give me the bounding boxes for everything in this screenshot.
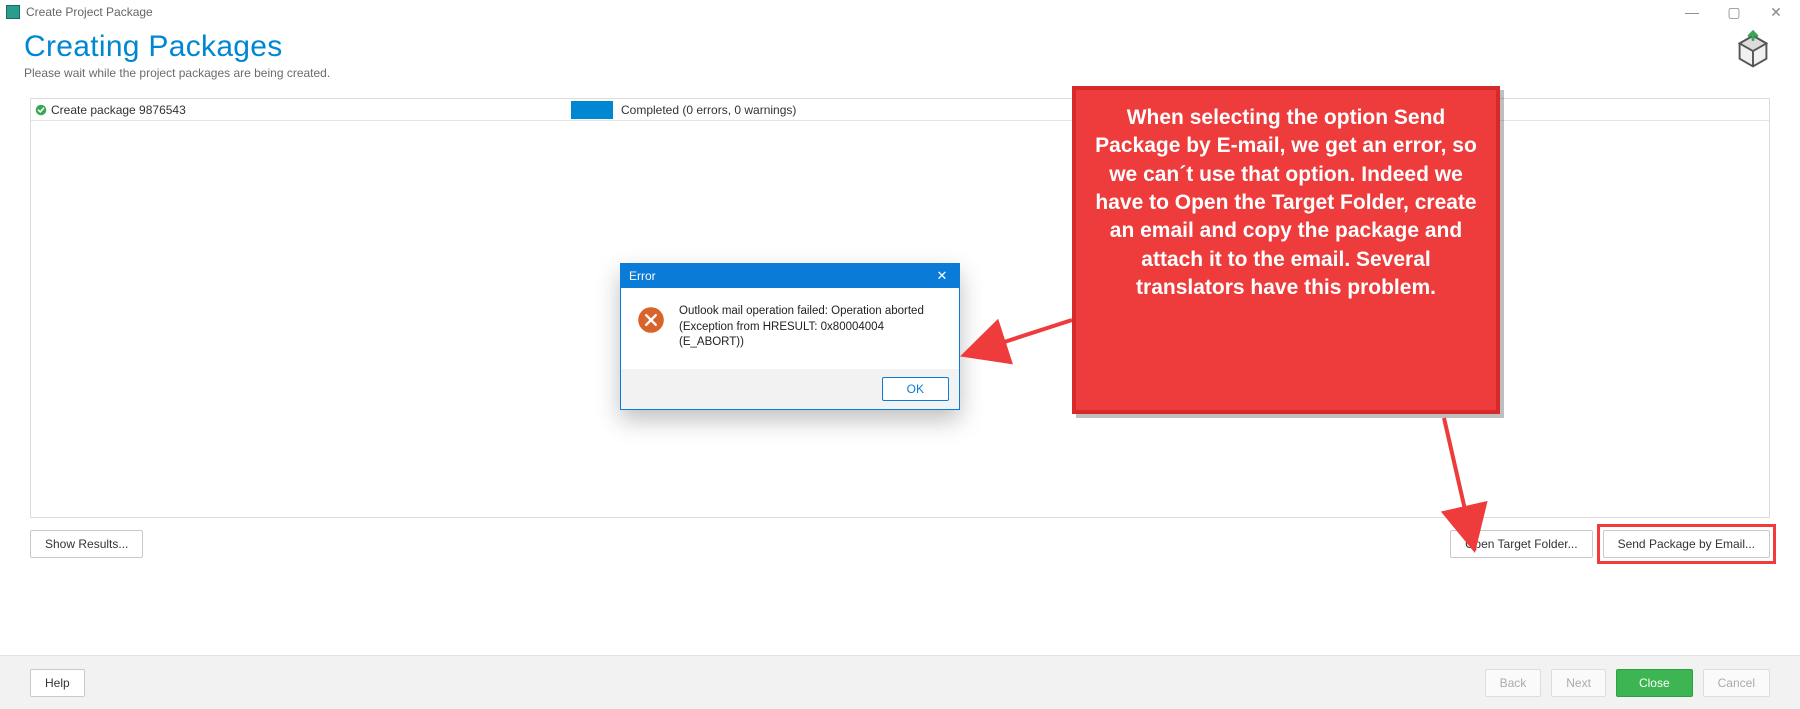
cancel-button: Cancel	[1703, 669, 1770, 697]
task-row: Create package 9876543 Completed (0 erro…	[31, 99, 1769, 121]
dialog-title: Error	[629, 269, 656, 283]
page-title: Creating Packages	[24, 30, 330, 64]
close-window-button[interactable]: ✕	[1766, 4, 1786, 21]
back-button: Back	[1485, 669, 1542, 697]
app-icon	[6, 5, 20, 19]
maximize-button[interactable]: ▢	[1724, 4, 1744, 21]
annotation-callout: When selecting the option Send Package b…	[1072, 86, 1500, 414]
page-header: Creating Packages Please wait while the …	[0, 24, 1800, 90]
wizard-footer: Help Back Next Close Cancel	[0, 655, 1800, 709]
actions-row: Show Results... Open Target Folder... Se…	[0, 518, 1800, 558]
error-icon	[635, 304, 667, 336]
help-button[interactable]: Help	[30, 669, 85, 697]
window-title: Create Project Package	[26, 5, 153, 19]
window-titlebar: Create Project Package — ▢ ✕	[0, 0, 1800, 24]
success-icon	[35, 104, 47, 116]
dialog-titlebar[interactable]: Error ✕	[621, 264, 959, 288]
next-button: Next	[1551, 669, 1606, 697]
open-target-folder-button[interactable]: Open Target Folder...	[1450, 530, 1593, 558]
task-status: Completed (0 errors, 0 warnings)	[613, 103, 796, 117]
minimize-button[interactable]: —	[1682, 4, 1702, 21]
package-icon	[1730, 30, 1776, 76]
error-dialog: Error ✕ Outlook mail operation failed: O…	[620, 263, 960, 410]
send-package-by-email-button[interactable]: Send Package by Email...	[1603, 530, 1770, 558]
task-name: Create package 9876543	[51, 103, 186, 117]
dialog-message: Outlook mail operation failed: Operation…	[679, 304, 945, 351]
page-subtitle: Please wait while the project packages a…	[24, 66, 330, 80]
annotation-text: When selecting the option Send Package b…	[1086, 104, 1486, 302]
window-controls: — ▢ ✕	[1682, 4, 1794, 21]
progress-bar	[571, 101, 613, 119]
dialog-close-icon[interactable]: ✕	[933, 268, 951, 284]
dialog-ok-button[interactable]: OK	[882, 377, 949, 401]
show-results-button[interactable]: Show Results...	[30, 530, 143, 558]
close-button[interactable]: Close	[1616, 669, 1693, 697]
